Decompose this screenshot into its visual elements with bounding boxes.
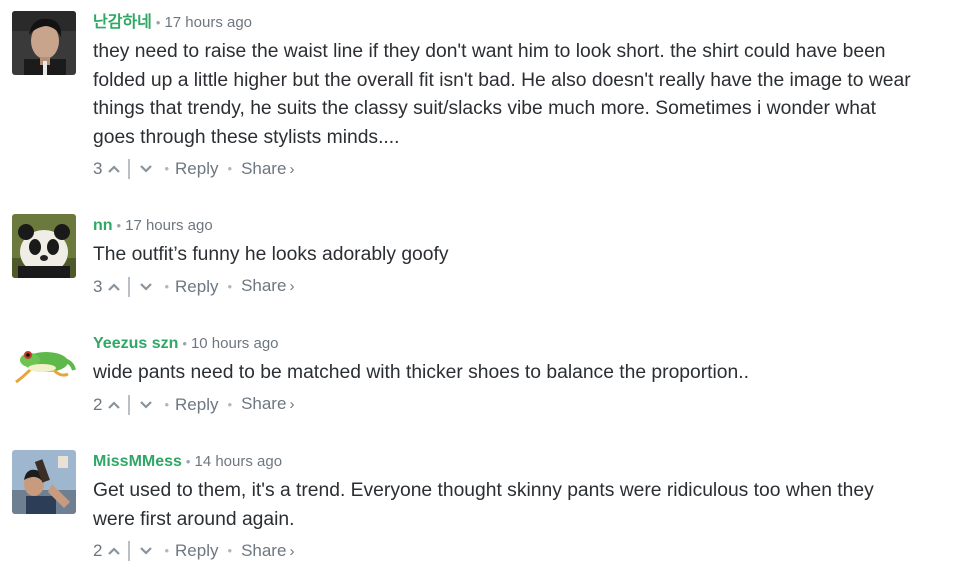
comment-body: 난감하네 • 17 hours ago they need to raise the… bbox=[93, 11, 948, 181]
comment-line: The outfit’s funny he looks adorably goo… bbox=[93, 244, 449, 265]
avatar[interactable] bbox=[12, 11, 76, 75]
chevron-down-icon bbox=[140, 282, 153, 291]
timestamp[interactable]: 17 hours ago bbox=[164, 14, 252, 31]
meta-separator: • bbox=[155, 15, 161, 30]
share-chevron-icon: › bbox=[289, 542, 295, 560]
action-separator: • bbox=[227, 543, 233, 558]
comment-meta: Yeezus szn • 10 hours ago bbox=[93, 332, 948, 356]
action-separator: • bbox=[227, 396, 233, 412]
vote-count: 3 bbox=[93, 159, 103, 178]
meta-separator: • bbox=[185, 454, 191, 469]
timestamp[interactable]: 17 hours ago bbox=[125, 217, 213, 234]
chevron-up-icon bbox=[108, 282, 121, 291]
share-chevron-icon: › bbox=[289, 160, 295, 178]
panda-photo bbox=[12, 214, 76, 278]
reply-button[interactable]: Reply bbox=[175, 157, 218, 181]
reply-button[interactable]: Reply bbox=[175, 275, 218, 299]
downvote-button[interactable] bbox=[138, 393, 154, 417]
upvote-button[interactable] bbox=[106, 275, 122, 299]
upvote-button[interactable] bbox=[106, 539, 122, 563]
timestamp[interactable]: 14 hours ago bbox=[194, 453, 282, 470]
action-separator: • bbox=[164, 396, 170, 412]
comment-body: nn • 17 hours ago The outfit’s funny he lo… bbox=[93, 214, 948, 299]
vote-count: 2 bbox=[93, 541, 103, 560]
action-separator: • bbox=[227, 161, 233, 176]
comment-meta: MissMMess • 14 hours ago bbox=[93, 450, 948, 474]
comment-line: things that trendy, he suits the classy … bbox=[93, 98, 877, 119]
comment-body: MissMMess • 14 hours ago Get used to them,… bbox=[93, 450, 948, 563]
action-separator: • bbox=[227, 278, 233, 294]
share-label: Share bbox=[241, 394, 287, 413]
comment-text: wide pants need to be matched with thick… bbox=[93, 359, 948, 388]
vote-count: 3 bbox=[93, 276, 103, 296]
meta-separator: • bbox=[116, 218, 122, 233]
comment-line: were first around again. bbox=[93, 508, 295, 530]
comment-meta: 난감하네 • 17 hours ago bbox=[93, 11, 948, 35]
downvote-button[interactable] bbox=[138, 539, 154, 563]
vote-divider bbox=[128, 394, 131, 415]
reply-button[interactable]: Reply bbox=[175, 539, 218, 563]
person-photo bbox=[12, 450, 76, 514]
vote-divider bbox=[128, 276, 131, 297]
action-separator: • bbox=[164, 278, 170, 294]
share-button[interactable]: Share › bbox=[241, 539, 294, 564]
vote-divider bbox=[128, 159, 131, 179]
upvote-button[interactable] bbox=[106, 393, 122, 417]
comment-text: Get used to them, it's a trend. Everyone… bbox=[93, 477, 948, 534]
share-button[interactable]: Share › bbox=[241, 157, 294, 182]
comment-body: Yeezus szn • 10 hours ago wide pants need … bbox=[93, 332, 948, 417]
avatar[interactable] bbox=[12, 332, 76, 396]
avatar[interactable] bbox=[12, 214, 76, 278]
chevron-down-icon bbox=[140, 165, 153, 173]
comment-meta: nn • 17 hours ago bbox=[93, 214, 948, 238]
share-label: Share bbox=[241, 540, 287, 560]
comment-actions: 3 • Reply • Share › bbox=[93, 275, 948, 299]
action-separator: • bbox=[164, 543, 170, 558]
comment-line: they need to raise the waist line if the… bbox=[93, 41, 886, 62]
comment-text: The outfit’s funny he looks adorably goo… bbox=[93, 241, 948, 270]
vote-count: 2 bbox=[93, 394, 103, 414]
upvote-button[interactable] bbox=[106, 157, 122, 181]
share-button[interactable]: Share › bbox=[241, 392, 294, 417]
comment-actions: 2 • Reply • Share › bbox=[93, 393, 948, 417]
chevron-up-icon bbox=[108, 547, 121, 555]
action-separator: • bbox=[164, 161, 170, 176]
author-name[interactable]: 난감하네 bbox=[93, 14, 152, 31]
comment-line: Get used to them, it's a trend. Everyone… bbox=[93, 480, 874, 501]
comment-text: they need to raise the waist line if the… bbox=[93, 38, 948, 152]
chevron-down-icon bbox=[140, 547, 153, 555]
author-name[interactable]: Yeezus szn bbox=[93, 335, 178, 352]
share-label: Share bbox=[241, 158, 287, 178]
downvote-button[interactable] bbox=[138, 275, 154, 299]
meta-separator: • bbox=[182, 336, 187, 351]
comment-line: folded up a little higher but the overal… bbox=[93, 69, 911, 91]
share-chevron-icon: › bbox=[289, 278, 295, 295]
comment-actions: 3 • Reply • Share › bbox=[93, 157, 948, 181]
chevron-down-icon bbox=[140, 400, 153, 409]
reply-button[interactable]: Reply bbox=[175, 393, 218, 417]
comment-line: wide pants need to be matched with thick… bbox=[93, 362, 749, 383]
share-label: Share bbox=[241, 276, 287, 295]
author-name[interactable]: MissMMess bbox=[93, 453, 182, 470]
chevron-up-icon bbox=[108, 400, 121, 409]
frog-photo bbox=[12, 332, 76, 396]
portrait-photo bbox=[12, 11, 76, 75]
author-name[interactable]: nn bbox=[93, 217, 113, 234]
avatar[interactable] bbox=[12, 450, 76, 514]
share-chevron-icon: › bbox=[289, 396, 295, 413]
timestamp[interactable]: 10 hours ago bbox=[191, 335, 279, 352]
comment-line: goes through these stylists minds.... bbox=[93, 126, 400, 148]
share-button[interactable]: Share › bbox=[241, 274, 294, 299]
chevron-up-icon bbox=[108, 165, 121, 173]
downvote-button[interactable] bbox=[138, 157, 154, 181]
vote-divider bbox=[128, 541, 131, 561]
comment-actions: 2 • Reply • Share › bbox=[93, 539, 948, 563]
